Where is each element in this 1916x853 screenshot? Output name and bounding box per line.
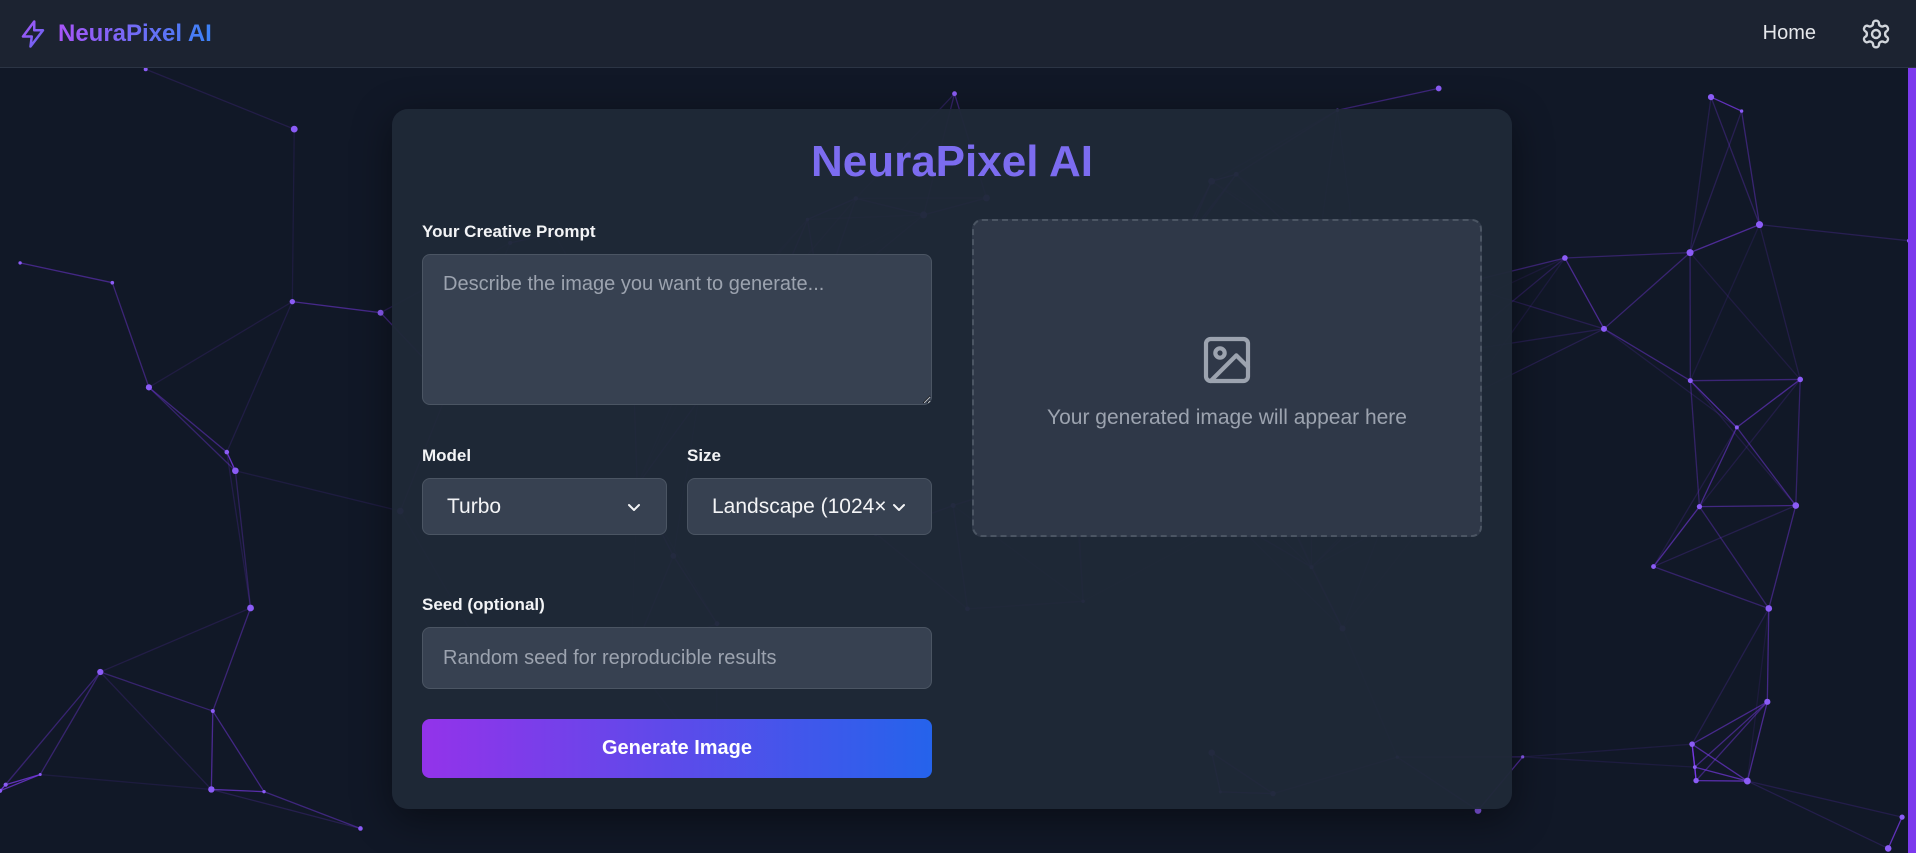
lightning-bolt-icon: [21, 19, 45, 48]
model-label: Model: [422, 446, 472, 465]
size-label: Size: [687, 446, 722, 465]
seed-label: Seed (optional): [422, 595, 545, 614]
prompt-textarea[interactable]: [422, 254, 932, 405]
size-select[interactable]: Landscape (1024×5: [687, 478, 932, 535]
model-select-value: Turbo: [447, 494, 502, 518]
seed-input[interactable]: [422, 627, 932, 689]
top-navbar: NeuraPixel AI Home: [0, 0, 1916, 68]
generator-card: NeuraPixel AI Your Creative Prompt Model…: [392, 109, 1512, 809]
preview-placeholder-text: Your generated image will appear here: [1047, 406, 1407, 429]
size-select-value: Landscape (1024×5: [712, 494, 887, 518]
gear-icon[interactable]: [1860, 18, 1892, 50]
image-icon: [1203, 336, 1251, 384]
generate-image-button[interactable]: Generate Image: [422, 719, 932, 778]
model-select[interactable]: Turbo: [422, 478, 667, 535]
scrollbar[interactable]: [1908, 68, 1916, 853]
nav-actions: Home: [1763, 18, 1892, 50]
home-link[interactable]: Home: [1763, 22, 1816, 45]
prompt-label: Your Creative Prompt: [422, 222, 596, 241]
image-preview-area: Your generated image will appear here: [972, 219, 1482, 537]
brand[interactable]: NeuraPixel AI: [18, 19, 212, 49]
brand-name: NeuraPixel AI: [58, 19, 212, 47]
chevron-down-icon: [628, 503, 640, 511]
page-title: NeuraPixel AI: [810, 137, 1094, 186]
chevron-down-icon: [893, 503, 905, 511]
